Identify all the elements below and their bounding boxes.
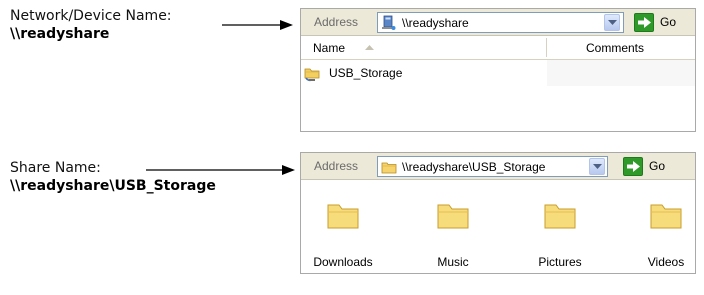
address-input[interactable]: \\readyshare (377, 12, 624, 33)
chevron-down-icon (593, 164, 602, 169)
file-list: USB_Storage (301, 60, 695, 131)
folder-icon (381, 162, 397, 174)
folder-icon-view: Downloads Music Pictures Videos (301, 180, 695, 295)
folder-item-pictures[interactable]: Pictures (520, 180, 600, 280)
address-label: Address (314, 15, 359, 29)
column-header-name[interactable]: Name (313, 41, 345, 55)
folder-label: Downloads (313, 255, 373, 269)
list-header: Name Comments (301, 36, 695, 60)
go-label: Go (649, 159, 666, 173)
network-arrow-icon (222, 20, 293, 30)
list-item-label: USB_Storage (329, 66, 403, 80)
address-value: \\readyshare\USB_Storage (402, 160, 546, 174)
address-dropdown-button[interactable] (604, 14, 620, 31)
go-button[interactable]: Go (623, 157, 677, 176)
go-label: Go (660, 15, 677, 29)
folder-icon (544, 204, 576, 229)
folder-item-downloads[interactable]: Downloads (303, 180, 383, 280)
explorer-window-usb-storage: Address \\readyshare\USB_Storage Go Down… (300, 152, 696, 274)
address-bar: Address \\readyshare\USB_Storage Go (301, 153, 695, 180)
address-value: \\readyshare (402, 16, 469, 30)
network-share-folder-icon (304, 68, 320, 82)
sort-ascending-icon (365, 45, 374, 50)
column-divider[interactable] (546, 38, 547, 57)
folder-icon (327, 204, 359, 229)
folder-item-videos[interactable]: Videos (626, 180, 704, 280)
network-name-value: \\readyshare (10, 26, 110, 42)
folder-label: Pictures (538, 255, 582, 269)
folder-item-music[interactable]: Music (413, 180, 493, 280)
address-dropdown-button[interactable] (589, 158, 605, 175)
address-input[interactable]: \\readyshare\USB_Storage (377, 156, 608, 177)
go-arrow-icon (623, 157, 643, 176)
go-arrow-icon (634, 13, 654, 32)
share-arrow-icon (146, 165, 295, 175)
address-bar: Address \\readyshare Go (301, 9, 695, 36)
share-name-value: \\readyshare\USB_Storage (10, 178, 216, 194)
folder-label: Music (437, 255, 469, 269)
address-label: Address (314, 159, 359, 173)
explorer-window-readyshare: Address \\readyshare Go Name Comments US… (300, 8, 696, 132)
network-name-callout: Network/Device Name: \\readyshare (10, 8, 172, 43)
network-name-label: Network/Device Name: (10, 8, 172, 24)
column-header-comments[interactable]: Comments (586, 41, 644, 55)
comments-column-area (547, 60, 695, 86)
chevron-down-icon (608, 20, 617, 25)
network-computer-icon (382, 15, 396, 30)
go-button[interactable]: Go (634, 13, 688, 32)
folder-label: Videos (647, 255, 685, 269)
folder-icon (437, 204, 469, 229)
folder-icon (650, 204, 682, 229)
